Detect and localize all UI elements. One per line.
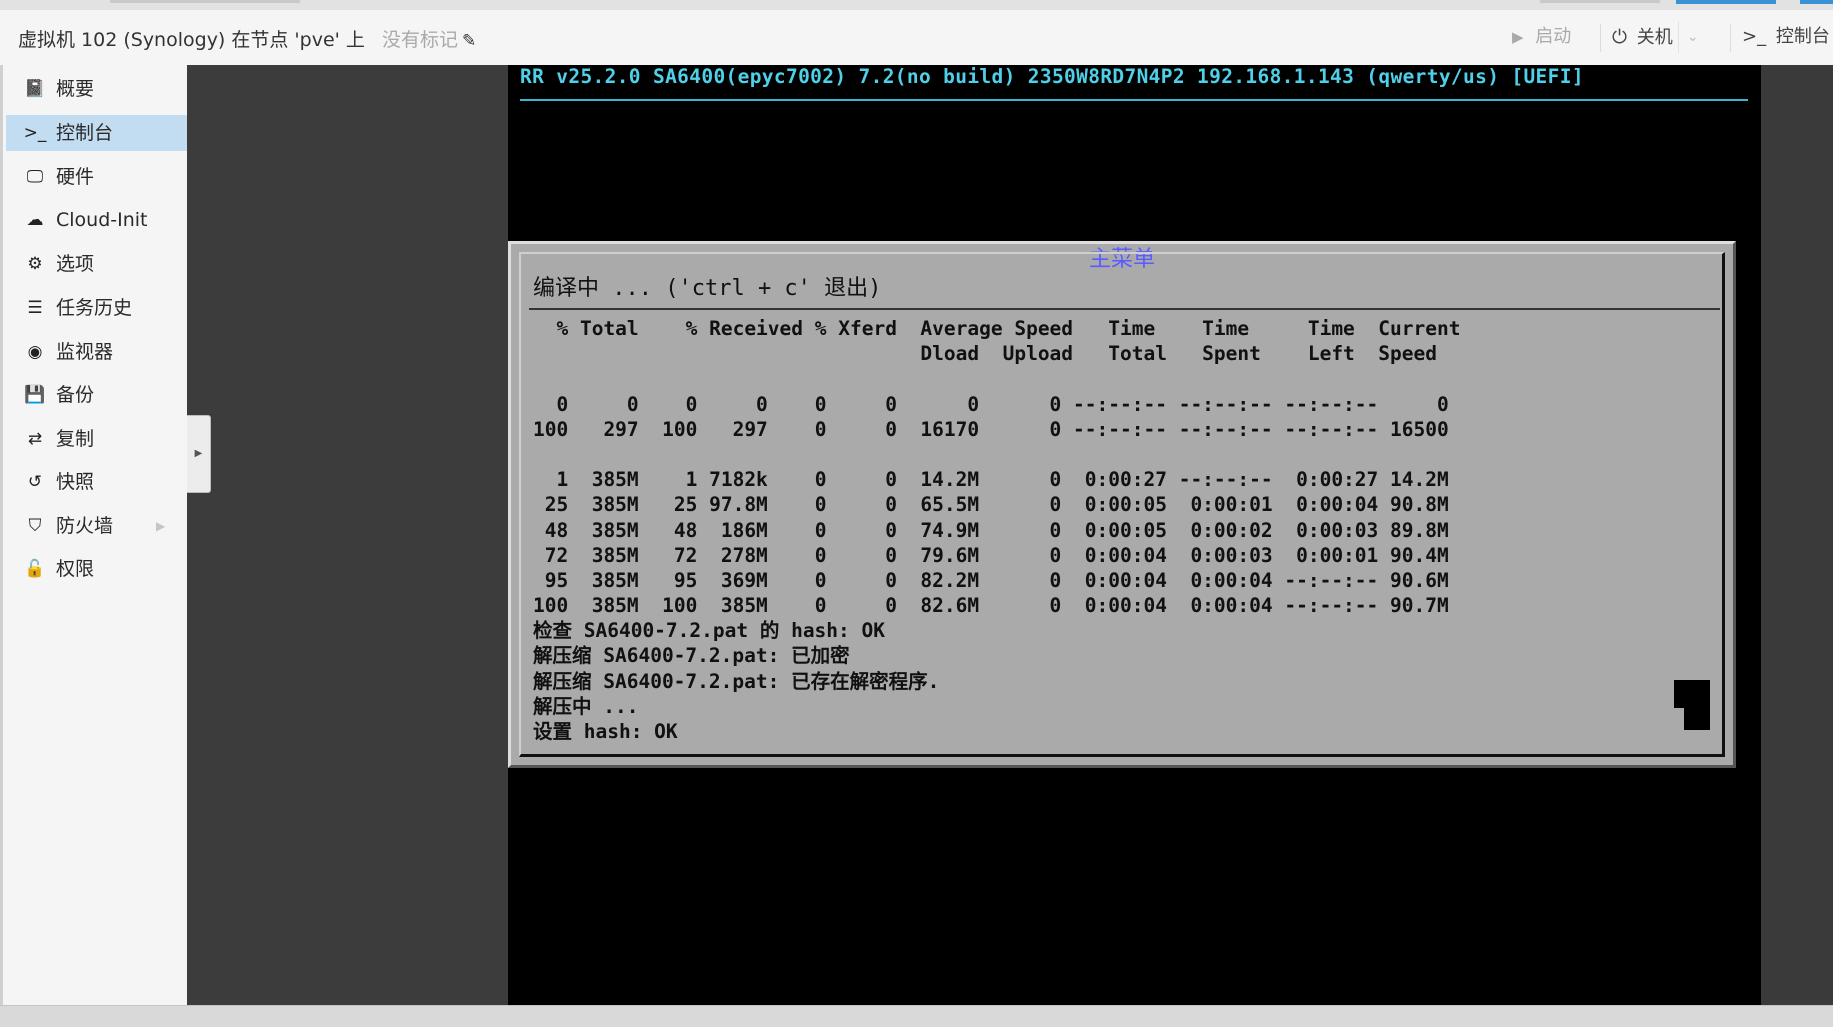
sidebar-item-permissions[interactable]: 🔓 权限 [6,551,187,587]
sidebar-item-label: 硬件 [56,166,95,188]
sidebar-item-label: 备份 [56,384,95,406]
sidebar-item-monitor[interactable]: ◉ 监视器 [6,334,187,370]
pencil-icon: ✎ [462,31,477,51]
cloud-icon: ☁ [26,210,44,230]
main-menu-dialog: 主菜单 编译中 ... ('ctrl + c' 退出) % Total % Re… [508,241,1736,768]
terminal-icon: >_ [1742,26,1767,47]
sidebar-item-label: 控制台 [56,122,114,144]
sidebar-item-cloud-init[interactable]: ☁ Cloud-Init [6,202,187,238]
terminal-line: 设置 hash: OK [533,720,678,743]
chevron-right-icon[interactable]: ▶ [156,508,165,544]
power-icon: ⏻ [1612,26,1628,48]
sidebar-item-task-history[interactable]: ☰ 任务历史 [6,290,187,326]
caret-right-icon: ▶ [194,448,203,459]
console-header-rule [520,99,1748,101]
sidebar-item-label: Cloud-Init [56,209,148,231]
terminal-line: 25 385M 25 97.8M 0 0 65.5M 0 0:00:05 0:0… [533,493,1449,517]
terminal-line: 95 385M 95 369M 0 0 82.2M 0 0:00:04 0:00… [533,568,1449,592]
sidebar-item-label: 防火墙 [56,515,114,537]
sidebar-item-backup[interactable]: 💾 备份 [6,377,187,413]
dialog-frame: 编译中 ... ('ctrl + c' 退出) % Total % Receiv… [519,252,1725,757]
console-header-line: RR v25.2.0 SA6400(epyc7002) 7.2(no build… [520,65,1584,88]
vnc-console-screen[interactable]: RR v25.2.0 SA6400(epyc7002) 7.2(no build… [508,65,1761,1005]
sidebar-item-label: 概要 [56,78,95,100]
console-label: 控制台 [1775,26,1830,47]
console-panel: ▶ RR v25.2.0 SA6400(epyc7002) 7.2(no bui… [187,65,1833,1005]
start-label: 启动 [1535,26,1572,47]
gear-icon: ⚙ [27,254,43,274]
sidebar-item-label: 监视器 [56,341,114,363]
console-right-margin [1761,65,1833,1005]
shield-icon: ⛉ [28,516,42,536]
retweet-icon: ⇄ [27,429,43,449]
sidebar-item-label: 权限 [56,558,95,580]
monitor-icon: 🖵 [26,167,44,187]
terminal-line: 解压缩 SA6400-7.2.pat: 已加密 [533,644,850,668]
tags-placeholder: 没有标记 [382,29,459,51]
terminal-output: % Total % Received % Xferd Average Speed… [533,316,1460,744]
sidebar-item-options[interactable]: ⚙ 选项 [6,246,187,282]
start-button[interactable]: ▶ 启动 [1512,21,1571,53]
terminal-line: 48 385M 48 186M 0 0 74.9M 0 0:00:05 0:00… [533,518,1449,542]
terminal-line: 1 385M 1 7182k 0 0 14.2M 0 0:00:27 --:--… [533,468,1449,492]
dialog-divider [529,308,1720,310]
edit-tags-button[interactable]: 没有标记 ✎ [382,25,476,52]
sidebar-item-replication[interactable]: ⇄ 复制 [6,421,187,457]
terminal-line: 100 385M 100 385M 0 0 82.6M 0 0:00:04 0:… [533,594,1449,618]
terminal-line: 解压缩 SA6400-7.2.pat: 已存在解密程序. [533,669,940,693]
sidebar-item-hardware[interactable]: 🖵 硬件 [6,159,187,195]
play-icon: ▶ [1512,28,1524,46]
floppy-icon: 💾 [24,385,46,405]
bottom-status-bar [0,1005,1833,1027]
sidebar-item-label: 任务历史 [56,297,133,319]
toolbar-separator [1600,24,1601,52]
book-icon: 📓 [24,79,46,99]
unlock-icon: 🔓 [24,559,46,579]
sidebar-item-label: 快照 [56,471,95,493]
sidebar-item-console[interactable]: >_ 控制台 [6,115,187,151]
history-icon: ↺ [27,472,43,492]
eye-icon: ◉ [27,342,43,362]
list-icon: ☰ [27,298,43,318]
terminal-line: % Total % Received % Xferd Average Speed… [533,317,1461,340]
terminal-line: 72 385M 72 278M 0 0 79.6M 0 0:00:04 0:00… [533,543,1449,567]
sidebar-item-label: 复制 [56,428,95,450]
shutdown-button[interactable]: ⏻ 关机 ⌄ [1612,21,1707,53]
terminal-line: 检查 SA6400-7.2.pat 的 hash: OK [533,619,885,643]
toolbar-separator [1730,24,1731,52]
vm-header-toolbar: 虚拟机 102 (Synology) 在节点 'pve' 上 没有标记 ✎ ▶ 启… [0,10,1833,66]
console-button[interactable]: >_ 控制台 [1742,21,1830,53]
chevron-down-icon[interactable]: ⌄ [1677,21,1707,53]
vm-title: 虚拟机 102 (Synology) 在节点 'pve' 上 [18,29,365,51]
sidebar-item-summary[interactable]: 📓 概要 [6,71,187,107]
terminal-line: 100 297 100 297 0 0 16170 0 --:--:-- --:… [533,417,1449,441]
terminal-line: 解压中 ... [533,694,639,718]
sidebar-item-label: 选项 [56,253,95,275]
terminal-line: 0 0 0 0 0 0 0 0 --:--:-- --:--:-- --:--:… [533,392,1449,416]
dialog-heading: 编译中 ... ('ctrl + c' 退出) [533,276,882,301]
shutdown-label: 关机 [1636,27,1673,48]
terminal-icon: >_ [23,123,47,143]
vm-nav-sidebar: 📓 概要 >_ 控制台 🖵 硬件 ☁ Cloud-Init ⚙ 选项 ☰ 任务历… [0,65,187,1005]
progress-cursor-block [1674,680,1710,730]
terminal-line: Dload Upload Total Spent Left Speed [533,342,1437,366]
sidebar-item-snapshots[interactable]: ↺ 快照 [6,464,187,500]
sidebar-item-firewall[interactable]: ⛉ 防火墙 ▶ [6,508,187,544]
collapse-sidebar-handle[interactable]: ▶ [187,415,211,493]
top-loading-strip [0,0,1833,10]
